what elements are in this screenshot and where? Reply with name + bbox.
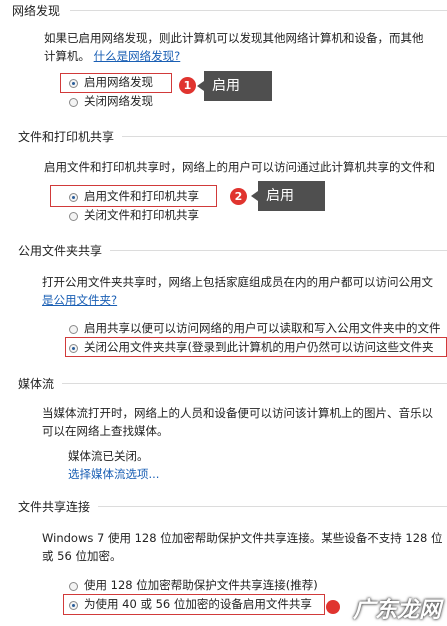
radio-enable-public-folder-sharing[interactable] — [69, 325, 78, 334]
section-divider — [70, 10, 447, 11]
step-badge-3 — [326, 600, 340, 614]
media-streaming-description-line2: 可以在网络上查找媒体。 — [42, 424, 169, 438]
step-badge-1: 1 — [179, 77, 196, 94]
network-discovery-description-tail: 计算机。 — [44, 49, 90, 63]
use-128-bit-encryption-label[interactable]: 使用 128 位加密帮助保护文件共享连接(推荐) — [84, 577, 318, 594]
enable-40-56-bit-encryption-label[interactable]: 为使用 40 或 56 位加密的设备启用文件共享 — [84, 596, 312, 613]
disable-public-folder-sharing-label[interactable]: 关闭公用文件夹共享(登录到此计算机的用户仍然可以访问这些文件夹 — [84, 339, 433, 356]
section-divider — [110, 250, 447, 251]
public-folder-sharing-heading: 公用文件夹共享 — [18, 244, 103, 258]
media-streaming-status: 媒体流已关闭。 — [68, 449, 149, 463]
public-folder-link-line: 是公用文件夹? — [42, 292, 117, 309]
enable-file-printer-sharing-label[interactable]: 启用文件和打印机共享 — [84, 188, 199, 205]
disable-file-printer-sharing-label[interactable]: 关闭文件和打印机共享 — [84, 207, 199, 224]
network-discovery-description: 如果已启用网络发现，则此计算机可以发现其他网络计算机和设备，而其他 — [44, 31, 424, 45]
network-discovery-heading: 网络发现 — [12, 4, 61, 18]
radio-enable-file-printer-sharing[interactable] — [69, 193, 78, 202]
public-folder-sharing-description: 打开公用文件夹共享时，网络上包括家庭组成员在内的用户都可以访问公用文 — [42, 275, 433, 289]
site-watermark: 广东龙网 — [352, 598, 441, 623]
file-sharing-connections-description-line2: 或 56 位加密。 — [42, 549, 122, 563]
file-sharing-connections-heading: 文件共享连接 — [18, 500, 91, 514]
disable-network-discovery-label[interactable]: 关闭网络发现 — [84, 93, 153, 110]
file-printer-sharing-description: 启用文件和打印机共享时，网络上的用户可以访问通过此计算机共享的文件和 — [44, 160, 435, 174]
enable-public-folder-sharing-label[interactable]: 启用共享以便可以访问网络的用户可以读取和写入公用文件夹中的文件 — [84, 320, 441, 337]
media-streaming-description: 当媒体流打开时，网络上的人员和设备便可以访问该计算机上的图片、音乐以 — [42, 406, 433, 420]
radio-disable-network-discovery[interactable] — [69, 98, 78, 107]
what-is-public-folder-link[interactable]: 是公用文件夹? — [42, 293, 117, 307]
radio-enable-40-56-bit-encryption[interactable] — [69, 601, 78, 610]
step-badge-2: 2 — [230, 188, 247, 205]
callout-enable-1: 启用 — [197, 71, 272, 101]
enable-network-discovery-label[interactable]: 启用网络发现 — [84, 74, 153, 91]
section-divider — [62, 383, 447, 384]
callout-enable-2: 启用 — [251, 181, 325, 211]
choose-media-streaming-options-link[interactable]: 选择媒体流选项... — [68, 467, 159, 481]
what-is-network-discovery-link[interactable]: 什么是网络发现? — [94, 49, 181, 63]
network-discovery-description-line2: 计算机。 什么是网络发现? — [44, 48, 180, 65]
radio-disable-public-folder-sharing[interactable] — [69, 344, 78, 353]
file-sharing-connections-description: Windows 7 使用 128 位加密帮助保护文件共享连接。某些设备不支持 1… — [42, 531, 443, 545]
radio-enable-network-discovery[interactable] — [69, 79, 78, 88]
radio-use-128-bit-encryption[interactable] — [69, 582, 78, 591]
section-divider — [98, 506, 447, 507]
media-streaming-options-line: 选择媒体流选项... — [68, 466, 159, 483]
media-streaming-heading: 媒体流 — [18, 377, 55, 391]
radio-disable-file-printer-sharing[interactable] — [69, 212, 78, 221]
file-printer-sharing-heading: 文件和打印机共享 — [18, 130, 115, 144]
section-divider — [122, 136, 447, 137]
